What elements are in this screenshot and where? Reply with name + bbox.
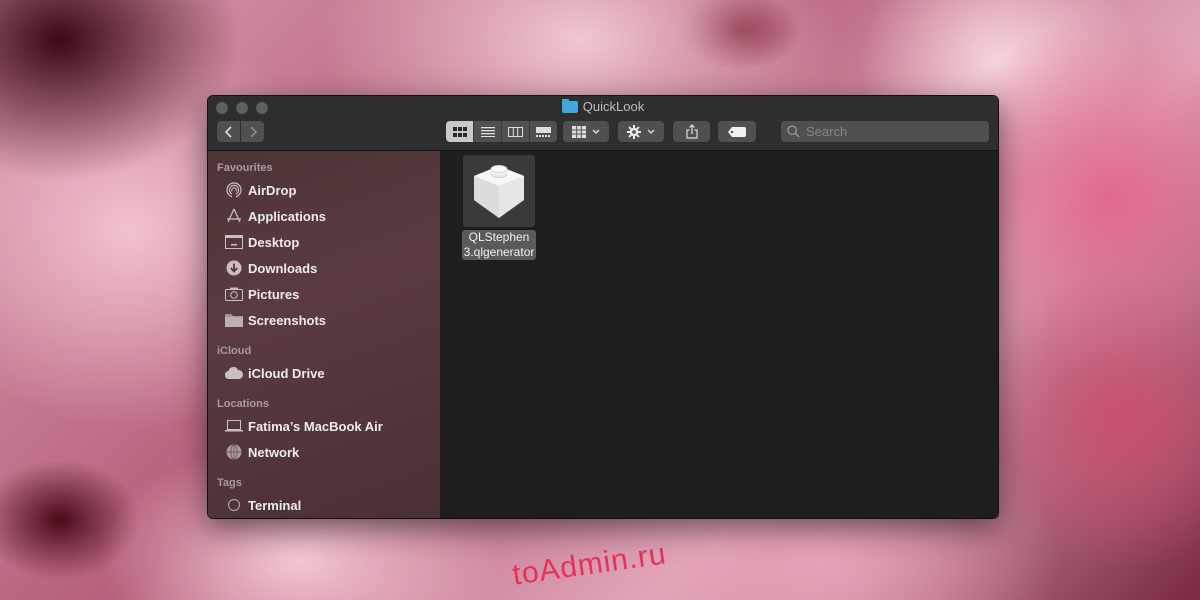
- file-name: QLStephen 3.qlgenerator: [461, 230, 537, 260]
- tag-circle-icon: [225, 497, 243, 513]
- sidebar-item-label: Applications: [248, 208, 327, 224]
- view-mode-group: [446, 121, 557, 142]
- share-button[interactable]: [673, 121, 710, 142]
- chevron-down-icon: [592, 129, 599, 134]
- sidebar-item-label: Screenshots: [248, 312, 327, 328]
- plugin-icon: [474, 165, 524, 218]
- column-view-button[interactable]: [502, 121, 530, 142]
- airdrop-icon: [225, 182, 243, 198]
- search-input[interactable]: [804, 123, 978, 140]
- folder-icon: [225, 312, 243, 328]
- watermark: toAdmin.ru: [510, 537, 669, 592]
- sidebar-item-label: Terminal: [248, 497, 302, 513]
- grid-icon: [571, 125, 586, 138]
- chevron-right-icon: [249, 125, 257, 138]
- icon-view-button[interactable]: [446, 121, 474, 142]
- file-name-line1: QLStephen: [468, 230, 530, 244]
- group-by-button[interactable]: [563, 121, 609, 142]
- sidebar-item-tag-terminal[interactable]: Terminal: [208, 492, 440, 518]
- sidebar-section-locations: Locations: [217, 398, 269, 410]
- sidebar-section-favourites: Favourites: [217, 162, 273, 174]
- downloads-icon: [225, 260, 243, 276]
- search-field[interactable]: [781, 121, 989, 142]
- sidebar-item-label: Network: [248, 444, 300, 460]
- sidebar-item-desktop[interactable]: Desktop: [208, 229, 440, 255]
- sidebar-item-macbook[interactable]: Fatima’s MacBook Air: [208, 413, 440, 439]
- sidebar-item-label: Fatima’s MacBook Air: [248, 418, 383, 434]
- back-button[interactable]: [217, 121, 240, 142]
- forward-button[interactable]: [241, 121, 264, 142]
- sidebar-item-label: AirDrop: [248, 182, 297, 198]
- share-icon: [685, 124, 698, 139]
- window-title-text: QuickLook: [582, 99, 645, 114]
- titlebar: QuickLook: [208, 96, 998, 151]
- applications-icon: [225, 208, 243, 224]
- sidebar-item-applications[interactable]: Applications: [208, 203, 440, 229]
- tag-icon: [728, 126, 746, 137]
- sidebar-section-icloud: iCloud: [217, 345, 252, 357]
- network-icon: [225, 444, 243, 460]
- columns-icon: [508, 126, 523, 137]
- folder-icon: [561, 98, 578, 113]
- list-view-button[interactable]: [474, 121, 502, 142]
- sidebar-item-airdrop[interactable]: AirDrop: [208, 177, 440, 203]
- sidebar-item-icloud-drive[interactable]: iCloud Drive: [208, 360, 440, 386]
- grid-icon: [452, 126, 467, 137]
- action-button[interactable]: [618, 121, 664, 142]
- desktop-icon: [225, 234, 243, 250]
- sidebar-item-label: iCloud Drive: [248, 365, 325, 381]
- list-icon: [480, 126, 495, 137]
- gear-icon: [626, 124, 641, 139]
- gallery-view-button[interactable]: [530, 121, 557, 142]
- file-browser: QLStephen 3.qlgenerator: [441, 151, 998, 518]
- search-icon: [787, 125, 800, 138]
- file-name-line2: 3.qlgenerator: [463, 245, 535, 259]
- cloud-icon: [225, 365, 243, 381]
- window-body: Favourites AirDrop Applications Desktop: [208, 151, 998, 518]
- file-item[interactable]: QLStephen 3.qlgenerator: [457, 155, 541, 261]
- sidebar-item-network[interactable]: Network: [208, 439, 440, 465]
- sidebar-item-downloads[interactable]: Downloads: [208, 255, 440, 281]
- sidebar-item-label: Pictures: [248, 286, 300, 302]
- gallery-icon: [536, 126, 551, 137]
- chevron-down-icon: [647, 129, 654, 134]
- chevron-left-icon: [224, 125, 232, 138]
- laptop-icon: [225, 418, 243, 434]
- sidebar-item-label: Desktop: [248, 234, 300, 250]
- finder-window: QuickLook Search Favourites AirDrop Appl…: [207, 95, 999, 519]
- tags-button[interactable]: [718, 121, 756, 142]
- window-title: QuickLook: [208, 98, 998, 114]
- sidebar-item-pictures[interactable]: Pictures: [208, 281, 440, 307]
- sidebar-section-tags: Tags: [217, 477, 242, 489]
- toolbar: [208, 121, 998, 143]
- sidebar-item-label: Downloads: [248, 260, 318, 276]
- camera-icon: [225, 286, 243, 302]
- sidebar-item-screenshots[interactable]: Screenshots: [208, 307, 440, 333]
- sidebar: Favourites AirDrop Applications Desktop: [208, 151, 441, 518]
- file-thumbnail: [463, 155, 535, 227]
